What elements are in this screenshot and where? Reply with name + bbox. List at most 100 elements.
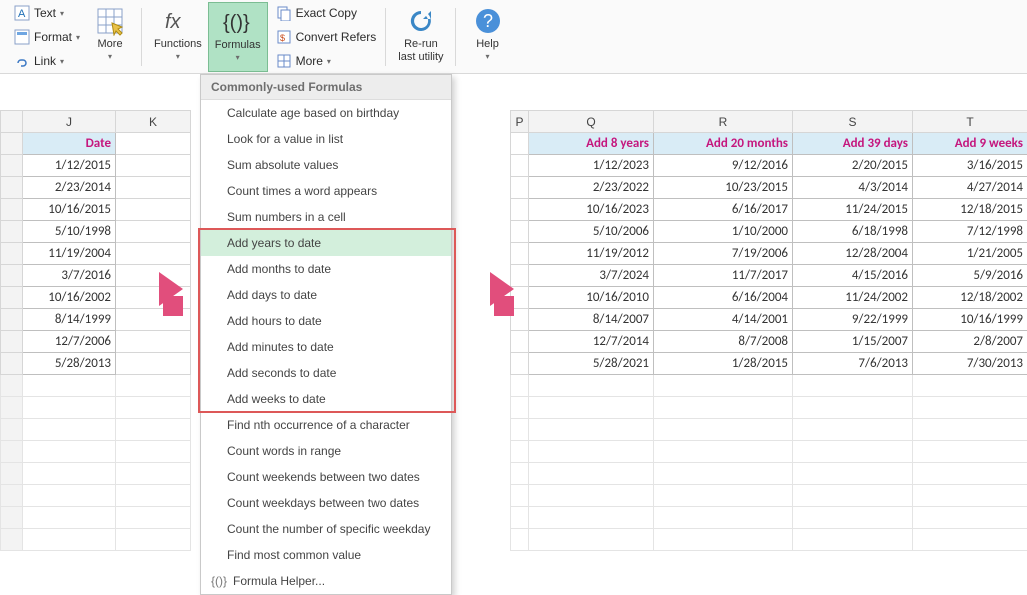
row-head[interactable] [1,155,23,177]
cell[interactable] [116,155,191,177]
cell[interactable]: 8/7/2008 [654,331,793,353]
dd-sum-cell[interactable]: Sum numbers in a cell [201,204,451,230]
row-head[interactable] [1,265,23,287]
cell[interactable] [529,529,654,551]
row-head[interactable] [1,199,23,221]
cell[interactable]: 7/30/2013 [913,353,1027,375]
cell[interactable] [654,463,793,485]
cell[interactable] [23,529,116,551]
hdr-q[interactable]: Add 8 years [529,133,654,155]
cell[interactable] [511,529,529,551]
cell[interactable]: 4/14/2001 [654,309,793,331]
cell[interactable] [23,441,116,463]
row-head[interactable] [1,331,23,353]
cell[interactable] [793,485,913,507]
more-button-2[interactable]: More ▾ [272,50,381,72]
cell[interactable] [116,177,191,199]
cell[interactable] [529,441,654,463]
cell[interactable]: 12/28/2004 [793,243,913,265]
row-head[interactable] [1,309,23,331]
dd-add-months[interactable]: Add months to date [201,256,451,282]
cell[interactable] [913,529,1027,551]
cell[interactable] [116,441,191,463]
rerun-button[interactable]: Re-run last utility [392,2,449,72]
dd-add-days[interactable]: Add days to date [201,282,451,308]
col-P[interactable]: P [511,111,529,133]
cell[interactable] [511,397,529,419]
col-T[interactable]: T [913,111,1027,133]
cell[interactable]: 5/10/1998 [23,221,116,243]
cell[interactable]: 7/6/2013 [793,353,913,375]
cell[interactable] [793,419,913,441]
cell[interactable]: 1/12/2023 [529,155,654,177]
cell[interactable] [913,441,1027,463]
cell[interactable] [511,419,529,441]
row-head[interactable] [1,441,23,463]
cell[interactable]: 8/14/1999 [23,309,116,331]
cell[interactable]: 9/12/2016 [654,155,793,177]
cell[interactable] [654,441,793,463]
col-K[interactable]: K [116,111,191,133]
hdr-t[interactable]: Add 9 weeks [913,133,1027,155]
cell[interactable] [511,507,529,529]
cell[interactable] [23,485,116,507]
cell[interactable] [511,243,529,265]
cell[interactable]: 2/20/2015 [793,155,913,177]
cell[interactable] [511,485,529,507]
cell[interactable] [511,331,529,353]
cell[interactable]: 1/28/2015 [654,353,793,375]
dd-count-weekends[interactable]: Count weekends between two dates [201,464,451,490]
cell[interactable]: 11/19/2004 [23,243,116,265]
cell[interactable] [511,221,529,243]
hdr-date[interactable]: Date [23,133,116,155]
functions-button[interactable]: fx Functions ▾ [148,2,208,72]
cell[interactable]: 8/14/2007 [529,309,654,331]
cell[interactable]: 5/28/2021 [529,353,654,375]
cell[interactable]: 2/23/2022 [529,177,654,199]
dd-find-nth[interactable]: Find nth occurrence of a character [201,412,451,438]
cell[interactable] [511,463,529,485]
row-head[interactable] [1,529,23,551]
cell[interactable] [793,441,913,463]
cell[interactable] [116,529,191,551]
cell[interactable]: 4/27/2014 [913,177,1027,199]
cell[interactable]: 10/16/2010 [529,287,654,309]
cell[interactable] [116,375,191,397]
cell[interactable] [529,463,654,485]
cell[interactable]: 1/12/2015 [23,155,116,177]
cell[interactable] [511,375,529,397]
cell[interactable] [913,463,1027,485]
cell[interactable] [511,155,529,177]
cell[interactable]: 11/24/2015 [793,199,913,221]
cell[interactable]: 6/16/2017 [654,199,793,221]
cell[interactable] [116,507,191,529]
cell[interactable] [654,485,793,507]
row-head[interactable] [1,507,23,529]
cell[interactable] [116,243,191,265]
row-head[interactable] [1,353,23,375]
dd-sum-abs[interactable]: Sum absolute values [201,152,451,178]
cell[interactable]: 5/28/2013 [23,353,116,375]
col-R[interactable]: R [654,111,793,133]
dd-count-weekdays[interactable]: Count weekdays between two dates [201,490,451,516]
cell[interactable] [116,353,191,375]
cell[interactable] [23,463,116,485]
text-button[interactable]: A Text ▾ [10,2,84,24]
cell[interactable]: 10/16/2002 [23,287,116,309]
col-S[interactable]: S [793,111,913,133]
row-head[interactable] [1,133,23,155]
cell[interactable]: 7/19/2006 [654,243,793,265]
dd-add-years[interactable]: Add years to date [201,230,451,256]
cell[interactable] [23,375,116,397]
cell[interactable] [116,419,191,441]
cell[interactable] [913,507,1027,529]
cell[interactable] [116,463,191,485]
cell[interactable]: 12/7/2014 [529,331,654,353]
hdr-s[interactable]: Add 39 days [793,133,913,155]
cell[interactable]: 3/7/2024 [529,265,654,287]
row-head[interactable] [1,397,23,419]
cell[interactable] [793,375,913,397]
dd-add-minutes[interactable]: Add minutes to date [201,334,451,360]
cell[interactable]: 5/9/2016 [913,265,1027,287]
col-J[interactable]: J [23,111,116,133]
